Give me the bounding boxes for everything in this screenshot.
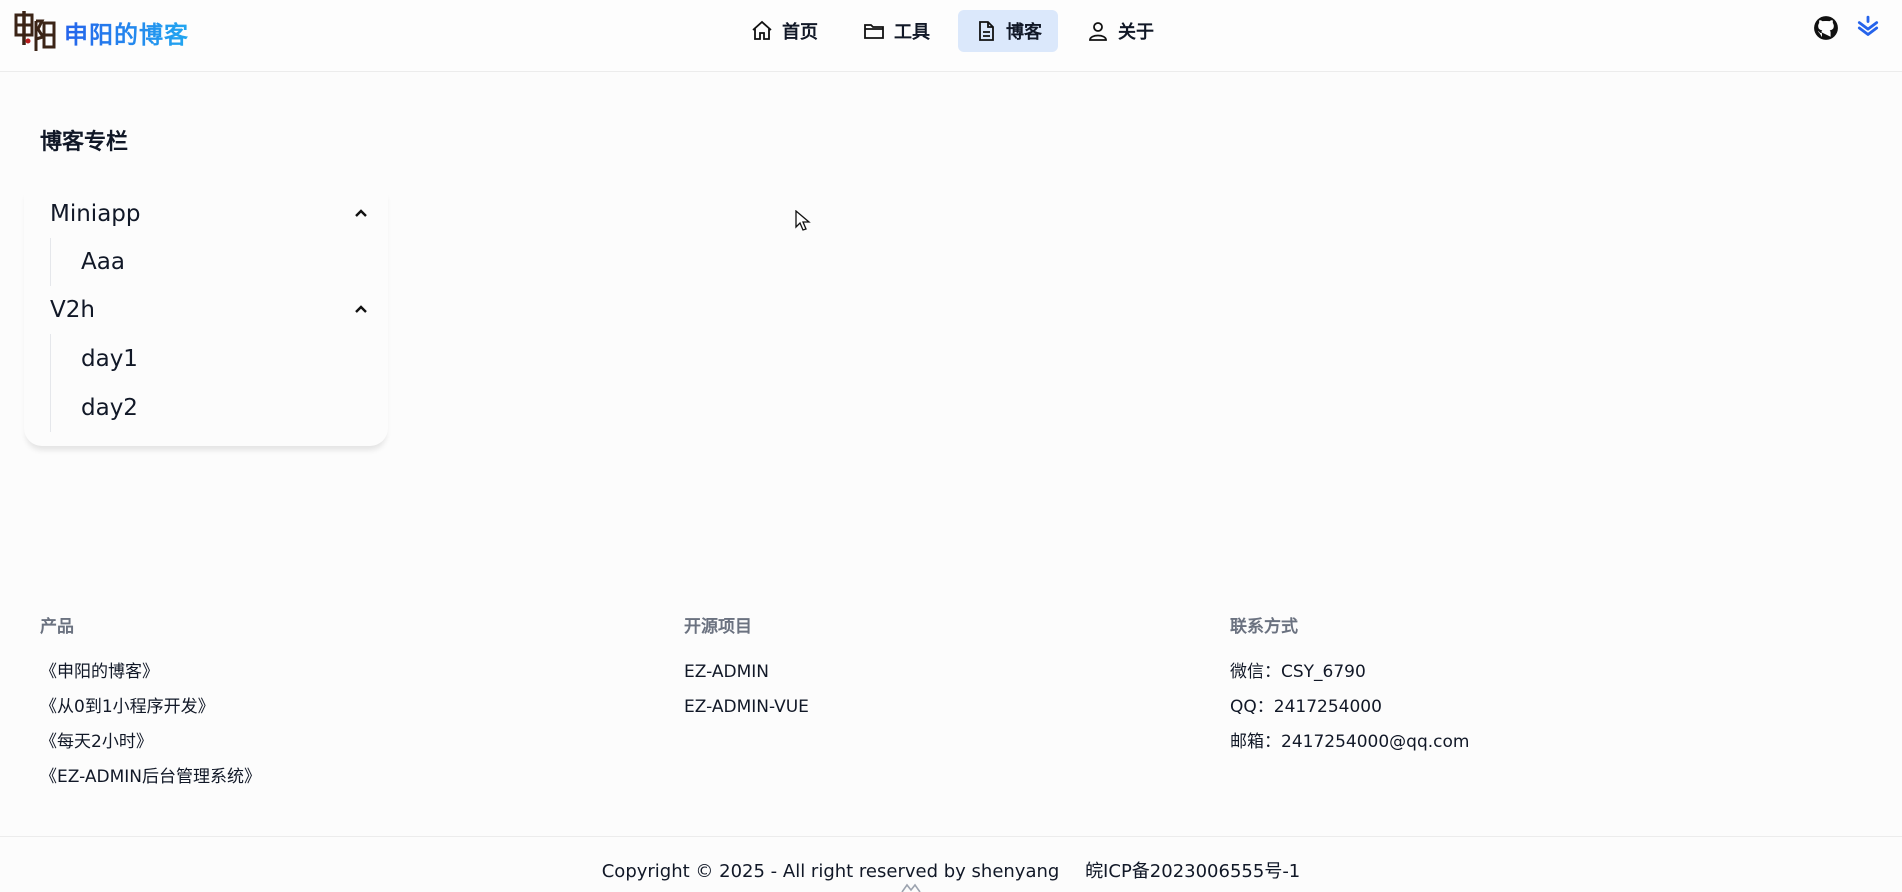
user-icon xyxy=(1089,22,1107,41)
nav-item-about[interactable]: 关于 xyxy=(1070,10,1170,52)
github-button[interactable] xyxy=(1812,14,1840,42)
footer-link[interactable]: EZ-ADMIN xyxy=(684,655,809,690)
footer-link[interactable]: 《每天2小时》 xyxy=(40,725,261,760)
contact-wechat: 微信：CSY_6790 xyxy=(1230,662,1366,682)
sidebar-group-v2h[interactable]: V2h xyxy=(24,286,388,334)
brand-logo-icon xyxy=(14,11,56,51)
folder-icon xyxy=(864,24,884,39)
nav-item-label: 博客 xyxy=(1006,22,1042,43)
chevron-up-icon xyxy=(355,305,367,313)
page: 申阳的博客 首页 工具 博客 关于 博客专栏 Miniapp Aaa V2h d… xyxy=(0,0,1902,892)
contact-email: 邮箱：2417254000@qq.com xyxy=(1230,732,1470,752)
nav-item-tools[interactable]: 工具 xyxy=(846,10,946,52)
footer-products: 产品 《申阳的博客》 《从0到1小程序开发》 《每天2小时》 《EZ-ADMIN… xyxy=(40,612,261,795)
sidebar-group-label: Miniapp xyxy=(50,201,141,227)
icp-link[interactable]: 皖ICP备2023006555号-1 xyxy=(1085,861,1300,882)
footer-heading: 产品 xyxy=(40,617,74,637)
nav-item-label: 关于 xyxy=(1118,22,1154,43)
sidebar-item-aaa[interactable]: Aaa xyxy=(81,238,388,286)
sidebar-item-day2[interactable]: day2 xyxy=(81,383,388,432)
sidebar-group-label: V2h xyxy=(50,297,95,323)
chevron-up-icon xyxy=(355,209,367,217)
footer-link[interactable]: 《申阳的博客》 xyxy=(40,655,261,690)
footer-link[interactable]: 《从0到1小程序开发》 xyxy=(40,690,261,725)
copyright-text: Copyright © 2025 - All right reserved by… xyxy=(601,861,1060,882)
top-navbar: 申阳的博客 首页 工具 博客 关于 xyxy=(0,0,1902,72)
sidebar-sublist: day1 day2 xyxy=(50,334,388,432)
layers-button[interactable] xyxy=(1854,14,1882,42)
footer-heading: 联系方式 xyxy=(1230,617,1298,637)
sidebar-sublist: Aaa xyxy=(50,238,388,286)
nav-item-home[interactable]: 首页 xyxy=(734,10,834,52)
layers-icon xyxy=(1857,15,1879,36)
nav-item-label: 工具 xyxy=(894,22,930,43)
main-nav: 首页 工具 博客 关于 xyxy=(734,10,1170,52)
footer-contact: 联系方式 微信：CSY_6790 QQ：2417254000 邮箱：241725… xyxy=(1230,612,1469,760)
home-icon xyxy=(752,20,772,40)
scroll-up-icon[interactable] xyxy=(900,881,922,892)
contact-qq: QQ：2417254000 xyxy=(1230,697,1382,717)
nav-item-blog[interactable]: 博客 xyxy=(958,10,1058,52)
github-icon xyxy=(1814,16,1838,40)
blog-sidebar: Miniapp Aaa V2h day1 day2 xyxy=(24,190,388,446)
footer-link[interactable]: EZ-ADMIN-VUE xyxy=(684,690,809,725)
mouse-cursor-icon xyxy=(795,210,811,231)
nav-item-label: 首页 xyxy=(782,22,818,43)
header-actions xyxy=(1812,14,1882,42)
footer-heading: 开源项目 xyxy=(684,617,752,637)
section-title: 博客专栏 xyxy=(40,130,129,155)
footer-bottom: Copyright © 2025 - All right reserved by… xyxy=(0,836,1902,892)
document-icon xyxy=(979,21,994,41)
brand[interactable]: 申阳的博客 xyxy=(14,10,189,54)
footer-open-source: 开源项目 EZ-ADMIN EZ-ADMIN-VUE xyxy=(684,612,809,725)
footer-link[interactable]: 《EZ-ADMIN后台管理系统》 xyxy=(40,760,261,795)
sidebar-group-miniapp[interactable]: Miniapp xyxy=(24,190,388,238)
copyright-line: Copyright © 2025 - All right reserved by… xyxy=(0,857,1902,883)
sidebar-item-day1[interactable]: day1 xyxy=(81,334,388,383)
brand-title: 申阳的博客 xyxy=(64,15,189,50)
